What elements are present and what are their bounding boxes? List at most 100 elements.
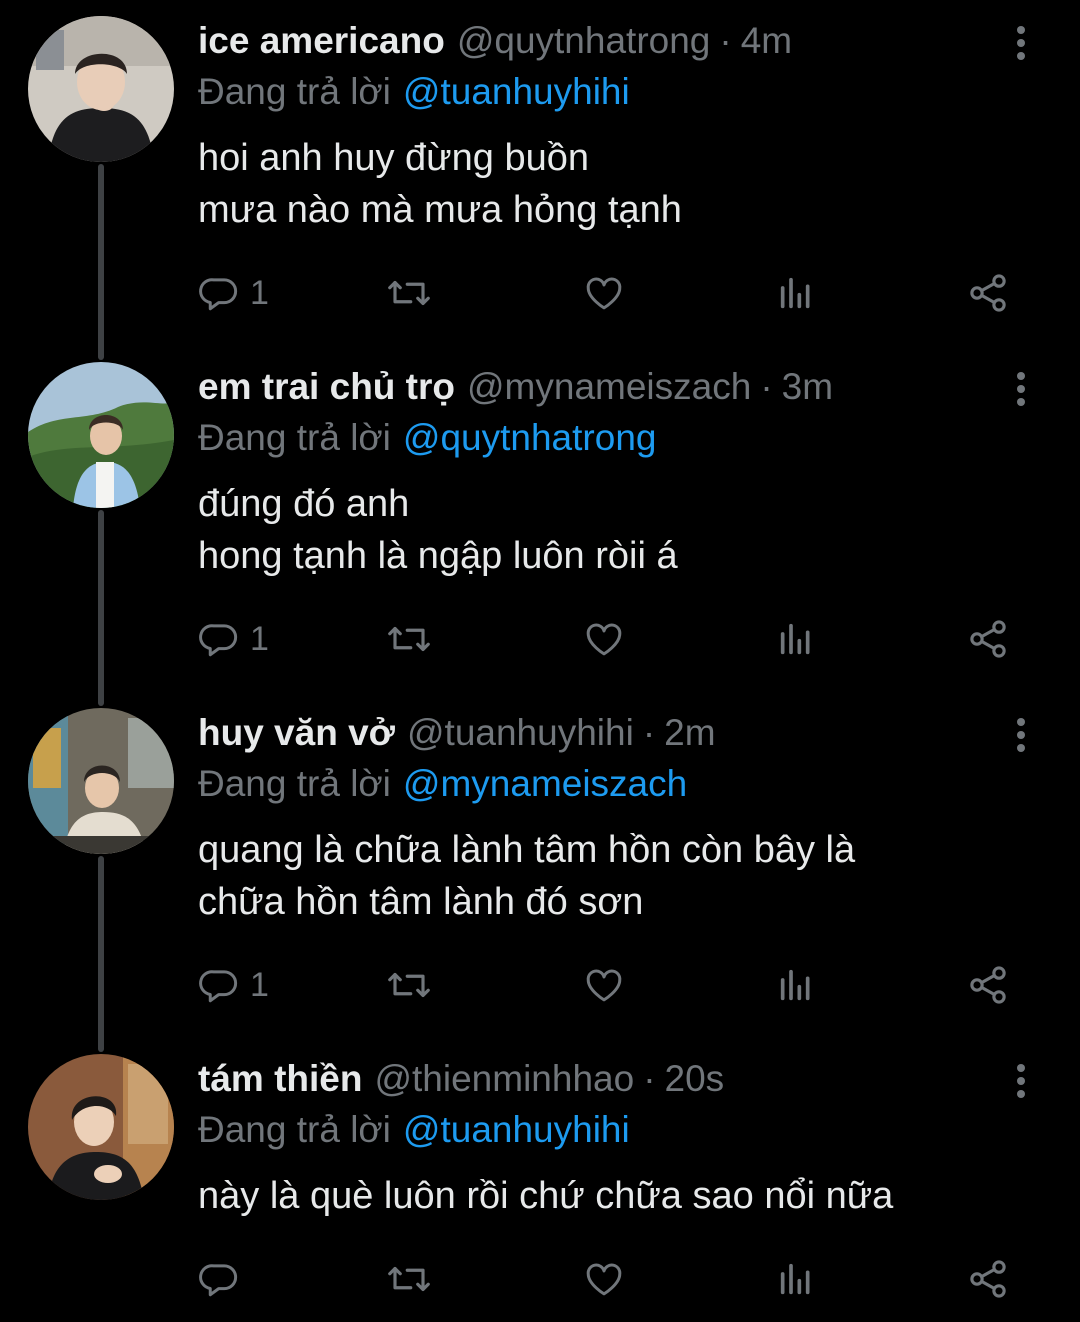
user-handle[interactable]: @thienminhhao [374,1054,634,1104]
timestamp[interactable]: 20s [665,1054,725,1104]
replying-to-label: Đang trả lời [198,417,391,458]
tweet[interactable]: ice americano @quytnhatrong · 4m Đang tr… [0,16,1080,346]
views-button[interactable] [776,960,816,1010]
more-vertical-icon[interactable] [1000,714,1042,756]
display-name[interactable]: ice americano [198,16,445,66]
like-button[interactable] [582,614,626,664]
timestamp[interactable]: 4m [741,16,792,66]
replying-to-mention[interactable]: @tuanhuyhihi [403,1109,630,1150]
reply-count: 1 [250,966,269,1004]
share-icon [970,274,1006,312]
reply-icon [199,624,238,657]
avatar[interactable] [28,708,174,854]
tweet-text: quang là chữa lành tâm hồn còn bây là ch… [198,824,998,928]
display-name[interactable]: tám thiền [198,1054,362,1104]
replying-to-label: Đang trả lời [198,71,391,112]
retweet-button[interactable] [386,614,432,664]
user-handle[interactable]: @mynameiszach [467,362,751,412]
separator-dot: · [642,712,656,753]
action-bar [198,1254,1048,1304]
tweet-text: hoi anh huy đừng buồn mưa nào mà mưa hỏn… [198,132,998,236]
replying-to-mention[interactable]: @quytnhatrong [403,417,657,458]
replying-to: Đang trả lời @tuanhuyhihi [198,1104,630,1156]
timestamp[interactable]: 2m [664,708,715,758]
replying-to: Đang trả lời @tuanhuyhihi [198,66,630,118]
avatar[interactable] [28,362,174,508]
tweet-text-line: quang là chữa lành tâm hồn còn bây là [198,829,856,871]
reply-thread: ice americano @quytnhatrong · 4m Đang tr… [0,0,1080,1322]
action-bar: 1 [198,268,1048,318]
display-name[interactable]: huy văn vở [198,708,395,758]
tweet-header: tám thiền @thienminhhao · 20s [198,1054,724,1104]
reply-button[interactable]: 1 [198,960,269,1010]
avatar[interactable] [28,16,174,162]
reply-button[interactable]: 1 [198,268,269,318]
retweet-icon [388,626,430,652]
replying-to: Đang trả lời @quytnhatrong [198,412,656,464]
tweet-text: đúng đó anh hong tạnh là ngập luôn ròii … [198,478,998,582]
reply-icon [199,970,238,1003]
tweet-text: này là què luôn rồi chứ chữa sao nổi nữa [198,1170,998,1222]
tweet-text-line: hoi anh huy đừng buồn [198,137,589,179]
views-button[interactable] [776,614,816,664]
views-button[interactable] [776,268,816,318]
tweet-header: ice americano @quytnhatrong · 4m [198,16,792,66]
retweet-button[interactable] [386,1254,432,1304]
replying-to-mention[interactable]: @tuanhuyhihi [403,71,630,112]
like-button[interactable] [582,268,626,318]
retweet-icon [388,972,430,998]
user-handle[interactable]: @tuanhuyhihi [407,708,634,758]
views-button[interactable] [776,1254,816,1304]
avatar[interactable] [28,1054,174,1200]
more-vertical-icon[interactable] [1000,22,1042,64]
share-button[interactable] [966,1254,1010,1304]
display-name[interactable]: em trai chủ trọ [198,362,455,412]
retweet-button[interactable] [386,960,432,1010]
share-icon [970,620,1006,658]
retweet-icon [388,1266,430,1292]
views-icon [780,969,810,1001]
reply-button[interactable] [198,1254,250,1304]
more-vertical-icon[interactable] [1000,1060,1042,1102]
share-button[interactable] [966,268,1010,318]
heart-icon [586,277,622,310]
tweet-text-line: đúng đó anh [198,483,410,525]
user-handle[interactable]: @quytnhatrong [457,16,711,66]
reply-count: 1 [250,274,269,312]
action-bar: 1 [198,614,1048,664]
like-button[interactable] [582,960,626,1010]
separator-dot: · [643,1058,656,1099]
views-icon [780,1263,810,1295]
replying-to-label: Đang trả lời [198,763,391,804]
timestamp[interactable]: 3m [782,362,833,412]
share-icon [970,1260,1006,1298]
reply-icon [199,1264,238,1297]
retweet-button[interactable] [386,268,432,318]
views-icon [780,277,810,309]
tweet-header: huy văn vở @tuanhuyhihi · 2m [198,708,716,758]
action-bar: 1 [198,960,1048,1010]
like-button[interactable] [582,1254,626,1304]
heart-icon [586,623,622,656]
tweet[interactable]: tám thiền @thienminhhao · 20s Đang trả l… [0,1054,1080,1322]
tweet[interactable]: em trai chủ trọ @mynameiszach · 3m Đang … [0,362,1080,692]
share-button[interactable] [966,960,1010,1010]
replying-to-mention[interactable]: @mynameiszach [403,763,687,804]
separator-dot: · [760,366,773,407]
separator-dot: · [719,20,732,61]
share-button[interactable] [966,614,1010,664]
retweet-icon [388,280,430,306]
tweet-header: em trai chủ trọ @mynameiszach · 3m [198,362,833,412]
more-vertical-icon[interactable] [1000,368,1042,410]
tweet[interactable]: huy văn vở @tuanhuyhihi · 2m Đang trả lờ… [0,708,1080,1038]
tweet-text-line: mưa nào mà mưa hỏng tạnh [198,189,682,231]
heart-icon [586,969,622,1002]
reply-count: 1 [250,620,269,658]
tweet-text-line: hong tạnh là ngập luôn ròii á [198,535,678,577]
reply-button[interactable]: 1 [198,614,269,664]
tweet-text-line: này là què luôn rồi chứ chữa sao nổi nữa [198,1175,894,1217]
share-icon [970,966,1006,1004]
tweet-text-line: chữa hồn tâm lành đó sơn [198,881,644,923]
replying-to: Đang trả lời @mynameiszach [198,758,687,810]
reply-icon [199,278,238,311]
